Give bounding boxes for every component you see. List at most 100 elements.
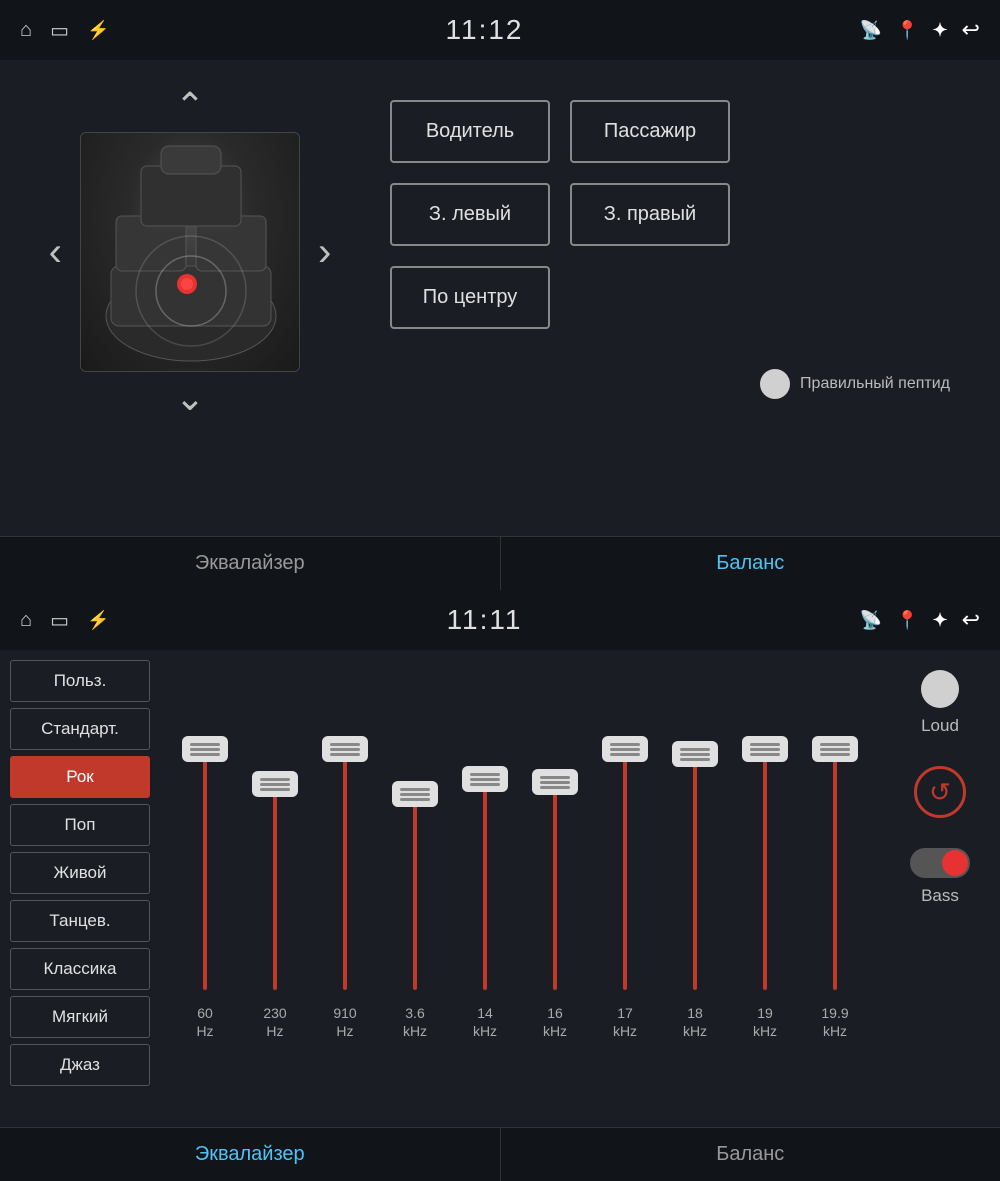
presets-sidebar: Польз. Стандарт. Рок Поп Живой Танцев. К… — [0, 650, 160, 1127]
slider-thumb-3_6khz[interactable] — [392, 781, 438, 807]
bluetooth-icon[interactable]: ✦ — [932, 20, 947, 41]
preset-soft[interactable]: Мягкий — [10, 996, 150, 1038]
freq-label-19khz: 19kHz — [753, 1004, 777, 1040]
bass-toggle: Bass — [910, 848, 970, 906]
slider-19khz: 19kHz — [735, 670, 795, 990]
slider-17khz: 17kHz — [595, 670, 655, 990]
eq-tab-bar: Эквалайзер Баланс — [0, 1127, 1000, 1181]
preset-rock[interactable]: Рок — [10, 756, 150, 798]
loud-circle-btn[interactable] — [921, 670, 959, 708]
eq-cast-icon[interactable]: 📡 — [860, 610, 882, 631]
preset-classic[interactable]: Классика — [10, 948, 150, 990]
slider-track-60hz — [203, 745, 207, 990]
preset-jazz[interactable]: Джаз — [10, 1044, 150, 1086]
eq-back-icon[interactable]: ↩ — [962, 607, 980, 633]
passenger-btn[interactable]: Пассажир — [570, 100, 730, 163]
home-icon[interactable]: ⌂ — [20, 19, 32, 42]
tab-balance[interactable]: Баланс — [501, 537, 1000, 590]
slider-thumb-19_9khz[interactable] — [812, 736, 858, 762]
right-toggle-circle[interactable] — [760, 369, 790, 399]
freq-label-910hz: 910Hz — [333, 1004, 356, 1040]
freq-label-60hz: 60Hz — [196, 1004, 213, 1040]
slider-thumb-910hz[interactable] — [322, 736, 368, 762]
preset-pop[interactable]: Поп — [10, 804, 150, 846]
loud-toggle: Loud — [921, 670, 959, 736]
slider-thumb-230hz[interactable] — [252, 771, 298, 797]
eq-right-controls: Loud ↺ Bass — [880, 650, 1000, 1127]
preset-live[interactable]: Живой — [10, 852, 150, 894]
slider-track-17khz — [623, 745, 627, 990]
freq-label-3_6khz: 3.6kHz — [403, 1004, 427, 1040]
seat-buttons-section: Водитель Пассажир З. левый З. правый По … — [390, 80, 970, 530]
arrow-down-btn[interactable]: ⌄ — [167, 372, 213, 424]
status-bar-right-icons: 📡 📍 ✦ ↩ — [860, 17, 980, 43]
freq-label-18khz: 18kHz — [683, 1004, 707, 1040]
eq-sliders-area: 60Hz 230Hz 910Hz 3.6 — [160, 650, 880, 1127]
eq-location-icon[interactable]: 📍 — [896, 610, 918, 631]
arrow-up-btn[interactable]: ⌃ — [167, 80, 213, 132]
freq-label-14khz: 14kHz — [473, 1004, 497, 1040]
eq-status-bar: ⌂ ▭ ⚡ 11:11 📡 📍 ✦ ↩ — [0, 590, 1000, 650]
center-btn[interactable]: По центру — [390, 266, 550, 329]
cast-icon[interactable]: 📡 — [860, 20, 882, 41]
top-clock: 11:12 — [446, 14, 524, 46]
freq-label-230hz: 230Hz — [263, 1004, 286, 1040]
eq-screen-icon[interactable]: ▭ — [50, 608, 69, 633]
slider-60hz: 60Hz — [175, 670, 235, 990]
usb-icon: ⚡ — [87, 20, 109, 41]
slider-thumb-14khz[interactable] — [462, 766, 508, 792]
slider-3_6khz: 3.6kHz — [385, 670, 445, 990]
preset-custom[interactable]: Польз. — [10, 660, 150, 702]
arrow-left-btn[interactable]: ‹ — [41, 222, 70, 283]
preset-dance[interactable]: Танцев. — [10, 900, 150, 942]
eq-status-left: ⌂ ▭ ⚡ — [20, 608, 109, 633]
seat-image[interactable] — [80, 132, 300, 372]
toggle-area: Правильный пептид — [390, 369, 970, 399]
arrow-right-btn[interactable]: › — [310, 222, 339, 283]
slider-thumb-60hz[interactable] — [182, 736, 228, 762]
seat-section: ⌃ ‹ — [30, 80, 350, 530]
slider-thumb-19khz[interactable] — [742, 736, 788, 762]
driver-btn[interactable]: Водитель — [390, 100, 550, 163]
slider-thumb-17khz[interactable] — [602, 736, 648, 762]
screen-icon[interactable]: ▭ — [50, 18, 69, 43]
bass-switch[interactable] — [910, 848, 970, 878]
tab-equalizer[interactable]: Эквалайзер — [0, 537, 501, 590]
eq-clock: 11:11 — [447, 604, 523, 636]
loud-label: Loud — [921, 716, 959, 736]
seat-nav-row: ‹ — [41, 132, 340, 372]
freq-label-16khz: 16kHz — [543, 1004, 567, 1040]
location-icon[interactable]: 📍 — [896, 20, 918, 41]
back-icon[interactable]: ↩ — [962, 17, 980, 43]
slider-thumb-16khz[interactable] — [532, 769, 578, 795]
eq-bluetooth-icon[interactable]: ✦ — [932, 610, 947, 631]
slider-thumb-18khz[interactable] — [672, 741, 718, 767]
top-tab-bar: Эквалайзер Баланс — [0, 536, 1000, 590]
balance-panel: ⌂ ▭ ⚡ 11:12 📡 📍 ✦ ↩ ⌃ ‹ — [0, 0, 1000, 590]
eq-tab-equalizer[interactable]: Эквалайзер — [0, 1128, 501, 1181]
slider-track-18khz — [693, 750, 697, 990]
eq-home-icon[interactable]: ⌂ — [20, 609, 32, 632]
eq-tab-balance[interactable]: Баланс — [501, 1128, 1000, 1181]
slider-track-230hz — [273, 780, 277, 990]
freq-label-17khz: 17kHz — [613, 1004, 637, 1040]
rear-left-btn[interactable]: З. левый — [390, 183, 550, 246]
equalizer-panel: ⌂ ▭ ⚡ 11:11 📡 📍 ✦ ↩ Польз. Стандарт. Рок… — [0, 590, 1000, 1181]
reset-btn[interactable]: ↺ — [914, 766, 966, 818]
sliders-row: 60Hz 230Hz 910Hz 3.6 — [170, 670, 870, 990]
status-bar-left-icons: ⌂ ▭ ⚡ — [20, 18, 109, 43]
slider-track-3_6khz — [413, 790, 417, 990]
freq-label-19_9khz: 19.9kHz — [821, 1004, 848, 1040]
bass-switch-thumb — [942, 850, 968, 876]
slider-track-19_9khz — [833, 745, 837, 990]
slider-19_9khz: 19.9kHz — [805, 670, 865, 990]
top-status-bar: ⌂ ▭ ⚡ 11:12 📡 📍 ✦ ↩ — [0, 0, 1000, 60]
balance-main-content: ⌃ ‹ — [0, 60, 1000, 550]
eq-usb-icon: ⚡ — [87, 610, 109, 631]
top-button-row: Водитель Пассажир — [390, 100, 970, 163]
slider-track-19khz — [763, 745, 767, 990]
rear-right-btn[interactable]: З. правый — [570, 183, 730, 246]
slider-14khz: 14kHz — [455, 670, 515, 990]
eq-status-right: 📡 📍 ✦ ↩ — [860, 607, 980, 633]
preset-standard[interactable]: Стандарт. — [10, 708, 150, 750]
